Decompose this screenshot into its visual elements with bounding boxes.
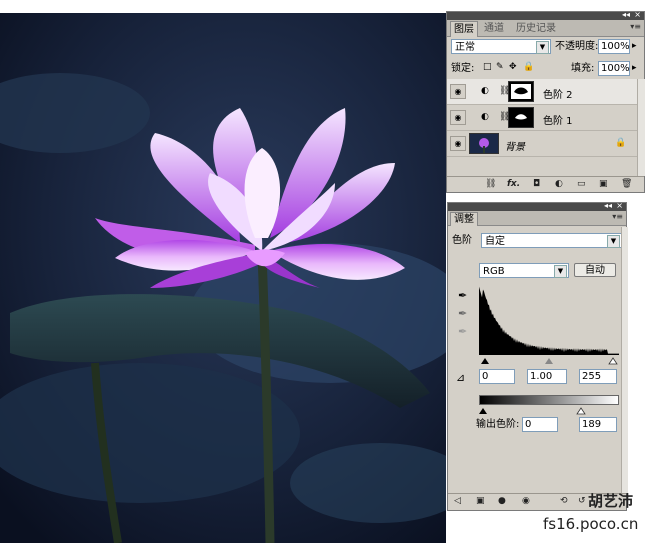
adjustments-panel: ◂◂ × 调整 ▾≡ 色阶 自定 ▼ RGB ▼ 自动 ✒ ✒ ✒ ⊿ 0 1.… xyxy=(447,201,628,511)
mask-icon[interactable]: ◘ xyxy=(533,179,540,189)
output-levels-label: 输出色阶: xyxy=(476,419,520,430)
fx-icon[interactable]: fx. xyxy=(507,179,520,189)
lock-paint-icon[interactable]: ✎ xyxy=(496,62,504,72)
mask-thumbnail-image xyxy=(515,114,527,120)
lock-all-icon[interactable]: 🔒 xyxy=(523,62,534,72)
close-icon[interactable]: × xyxy=(616,201,623,211)
adjustments-scrollbar[interactable] xyxy=(621,227,628,493)
adjustment-icon[interactable]: ◐ xyxy=(555,179,563,189)
close-icon[interactable]: × xyxy=(634,10,641,20)
panel-menu-icon[interactable]: ▾≡ xyxy=(630,22,641,31)
layers-footer: ⛓ fx. ◘ ◐ ▭ ▣ 🗑 xyxy=(447,176,644,193)
input-black-field[interactable]: 0 xyxy=(479,369,515,384)
watermark-name: 胡艺沛 xyxy=(588,492,634,510)
adjustments-panel-tabs: 调整 ▾≡ xyxy=(448,211,626,226)
panel-menu-icon[interactable]: ▾≡ xyxy=(612,212,623,221)
chevron-down-icon: ▼ xyxy=(554,265,567,278)
chevron-down-icon: ▼ xyxy=(536,41,549,54)
adjustment-layer-icon: ◐ xyxy=(481,86,489,96)
black-eyedropper-icon[interactable]: ✒ xyxy=(458,289,467,302)
gray-eyedropper-icon[interactable]: ✒ xyxy=(458,307,467,320)
layer-row-background[interactable]: ◉ 背景 🔒 xyxy=(447,131,644,157)
input-white-field[interactable]: 255 xyxy=(579,369,617,384)
visibility-eye-icon[interactable]: ◉ xyxy=(450,136,466,151)
fill-label: 填充: xyxy=(571,63,595,74)
lock-label: 锁定: xyxy=(451,63,475,74)
background-thumbnail[interactable] xyxy=(469,133,499,154)
layer-name[interactable]: 色阶 1 xyxy=(543,112,573,127)
auto-button[interactable]: 自动 xyxy=(574,263,616,277)
layer-name[interactable]: 色阶 2 xyxy=(543,86,573,101)
histogram xyxy=(479,283,619,355)
output-black-handle[interactable] xyxy=(479,408,487,414)
visibility-eye-icon[interactable]: ◉ xyxy=(450,110,466,125)
input-slider-track xyxy=(481,357,618,365)
white-point-handle[interactable] xyxy=(608,357,618,365)
gamma-handle[interactable] xyxy=(545,358,553,364)
opacity-slider-arrow-icon[interactable]: ▸ xyxy=(632,41,637,51)
tab-adjustments[interactable]: 调整 xyxy=(450,212,478,226)
trash-icon[interactable]: 🗑 xyxy=(621,179,632,189)
lock-transparent-icon[interactable]: □ xyxy=(483,62,492,72)
output-black-field[interactable]: 0 xyxy=(522,417,558,432)
tab-layers[interactable]: 图层 xyxy=(450,21,478,37)
tab-channels[interactable]: 通道 xyxy=(481,21,507,36)
lock-icon: 🔒 xyxy=(615,138,627,148)
layer-mask-thumbnail[interactable] xyxy=(508,107,534,128)
clipping-icon[interactable]: ⊿ xyxy=(456,371,465,384)
layer-mask-thumbnail[interactable] xyxy=(508,81,534,102)
lock-move-icon[interactable]: ✥ xyxy=(509,62,517,72)
expand-view-icon[interactable]: ▣ xyxy=(476,496,485,506)
lotus-image xyxy=(0,13,446,543)
photo-canvas xyxy=(0,13,446,543)
opacity-label: 不透明度: xyxy=(555,41,599,52)
link-icon[interactable]: ⛓ xyxy=(485,179,496,189)
preset-label: 色阶 xyxy=(452,235,472,246)
channel-select[interactable]: RGB ▼ xyxy=(479,263,569,278)
group-icon[interactable]: ▭ xyxy=(577,179,586,189)
new-layer-icon[interactable]: ▣ xyxy=(599,179,608,189)
collapse-icon[interactable]: ◂◂ xyxy=(604,201,612,211)
adjustments-panel-titlebar: ◂◂ × xyxy=(448,201,626,211)
output-white-field[interactable]: 189 xyxy=(579,417,617,432)
tab-history[interactable]: 历史记录 xyxy=(513,21,559,36)
input-slider[interactable] xyxy=(479,355,619,365)
preset-value: 自定 xyxy=(485,236,505,247)
back-icon[interactable]: ◁ xyxy=(454,496,461,506)
clip-to-layer-icon[interactable]: ● xyxy=(498,496,506,506)
blend-mode-select[interactable]: 正常 ▼ xyxy=(451,39,551,54)
histogram-shape xyxy=(479,286,619,355)
previous-state-icon[interactable]: ⟲ xyxy=(560,496,568,506)
layer-row-levels-1[interactable]: ◉ ◐ ⛓ 色阶 1 xyxy=(447,105,644,131)
layers-panel: ◂◂ × 图层 通道 历史记录 ▾≡ 正常 ▼ 不透明度: 100% ▸ 锁定:… xyxy=(446,10,645,193)
output-white-handle[interactable] xyxy=(576,407,586,415)
white-eyedropper-icon[interactable]: ✒ xyxy=(458,325,467,338)
layers-panel-tabs: 图层 通道 历史记录 ▾≡ xyxy=(447,20,644,37)
blend-mode-value: 正常 xyxy=(455,42,475,53)
fill-slider-arrow-icon[interactable]: ▸ xyxy=(632,63,637,73)
watermark-url: fs16.poco.cn xyxy=(543,515,639,533)
preset-select[interactable]: 自定 ▼ xyxy=(481,233,622,248)
channel-value: RGB xyxy=(483,266,505,277)
layer-row-levels-2[interactable]: ◉ ◐ ⛓ 色阶 2 xyxy=(447,79,644,105)
layer-name[interactable]: 背景 xyxy=(505,138,525,153)
reset-icon[interactable]: ↺ xyxy=(578,496,586,506)
background-thumbnail-image xyxy=(479,138,489,153)
output-gradient-bar xyxy=(479,395,619,405)
input-gamma-field[interactable]: 1.00 xyxy=(527,369,567,384)
adjustment-layer-icon: ◐ xyxy=(481,112,489,122)
layers-scrollbar[interactable] xyxy=(637,79,645,176)
output-slider[interactable] xyxy=(479,405,619,415)
collapse-icon[interactable]: ◂◂ xyxy=(622,10,630,20)
opacity-field[interactable]: 100% xyxy=(598,39,630,54)
mask-thumbnail-image xyxy=(511,84,531,99)
layers-panel-titlebar: ◂◂ × xyxy=(447,10,644,20)
fill-field[interactable]: 100% xyxy=(598,61,630,76)
output-slider-track xyxy=(479,407,586,415)
chevron-down-icon: ▼ xyxy=(607,235,620,248)
histogram-graph xyxy=(479,286,619,355)
visibility-icon[interactable]: ◉ xyxy=(522,496,530,506)
black-point-handle[interactable] xyxy=(481,358,489,364)
visibility-eye-icon[interactable]: ◉ xyxy=(450,84,466,99)
